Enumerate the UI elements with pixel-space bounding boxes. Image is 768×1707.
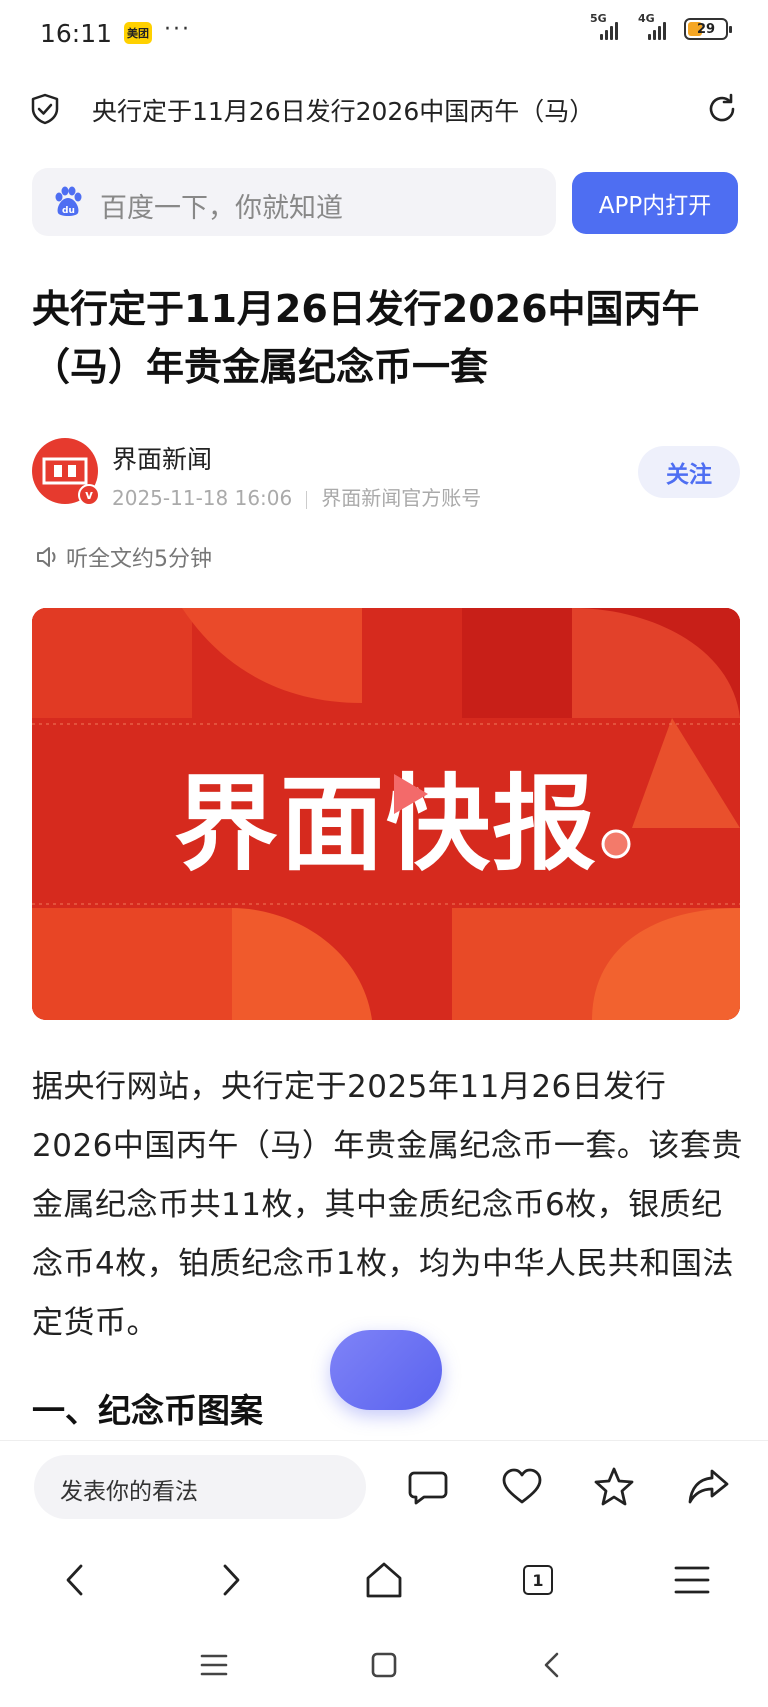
author-meta: 2025-11-18 16:06 界面新闻官方账号 bbox=[112, 482, 481, 511]
share-icon[interactable] bbox=[686, 1465, 730, 1509]
status-indicators: 5G 4G 29 bbox=[590, 12, 732, 40]
status-bar: 16:11 美团 ··· 5G 4G 29 bbox=[0, 0, 768, 66]
favorite-star-icon[interactable] bbox=[592, 1465, 636, 1509]
back-icon[interactable] bbox=[54, 1558, 98, 1602]
listen-label: 听全文约5分钟 bbox=[66, 547, 212, 572]
url-bar: 央行定于11月26日发行2026中国丙午（马） bbox=[0, 78, 768, 140]
page-url-title[interactable]: 央行定于11月26日发行2026中国丙午（马） bbox=[92, 92, 682, 128]
system-home-icon[interactable] bbox=[366, 1647, 402, 1683]
avatar[interactable]: v bbox=[32, 438, 100, 506]
recent-apps-icon[interactable] bbox=[196, 1647, 232, 1683]
article-title: 央行定于11月26日发行2026中国丙午（马）年贵金属纪念币一套 bbox=[32, 287, 700, 389]
tabs-icon[interactable]: 1 bbox=[516, 1558, 560, 1602]
jiemian-logo-icon bbox=[42, 457, 88, 485]
browser-nav-bar: 1 bbox=[0, 1540, 768, 1620]
forward-icon[interactable] bbox=[208, 1558, 252, 1602]
verified-badge-icon: v bbox=[78, 484, 100, 506]
account-type: 界面新闻官方账号 bbox=[321, 486, 482, 510]
comment-input[interactable]: 发表你的看法 bbox=[34, 1455, 366, 1519]
publish-date: 2025-11-18 16:06 bbox=[112, 486, 293, 510]
more-notifications-icon: ··· bbox=[164, 16, 192, 42]
comment-icon[interactable] bbox=[406, 1465, 450, 1509]
refresh-icon[interactable] bbox=[704, 91, 740, 127]
banner-play-overlay bbox=[394, 774, 631, 859]
divider bbox=[306, 490, 308, 509]
baidu-paw-icon: du bbox=[55, 186, 82, 216]
open-in-app-button[interactable]: APP内打开 bbox=[572, 172, 738, 234]
signal-5g-icon: 5G bbox=[590, 12, 622, 40]
search-input[interactable]: du 百度一下，你就知道 bbox=[32, 168, 556, 236]
shield-check-icon[interactable] bbox=[28, 92, 62, 126]
meituan-app-icon: 美团 bbox=[124, 22, 153, 44]
author-name[interactable]: 界面新闻 bbox=[112, 440, 212, 476]
article-body-paragraph: 据央行网站，央行定于2025年11月26日发行2026中国丙午（马）年贵金属纪念… bbox=[32, 1069, 743, 1341]
comment-bar: 发表你的看法 bbox=[0, 1440, 768, 1540]
author-row: v 界面新闻 2025-11-18 16:06 界面新闻官方账号 关注 bbox=[32, 438, 740, 511]
speaker-icon bbox=[37, 547, 56, 567]
system-back-icon[interactable] bbox=[534, 1647, 570, 1683]
like-heart-icon[interactable] bbox=[500, 1465, 544, 1509]
menu-icon[interactable] bbox=[670, 1558, 714, 1602]
battery-icon: 29 bbox=[684, 18, 732, 40]
section-heading: 一、纪念币图案 bbox=[32, 1391, 263, 1430]
signal-4g-icon: 4G bbox=[638, 12, 670, 40]
battery-level: 29 bbox=[696, 21, 716, 37]
system-nav-bar bbox=[0, 1625, 768, 1707]
svg-text:du: du bbox=[62, 206, 75, 216]
floating-action-button[interactable] bbox=[330, 1330, 442, 1410]
listen-full-article-button[interactable]: 听全文约5分钟 bbox=[34, 540, 212, 574]
tab-count: 1 bbox=[523, 1565, 553, 1595]
status-time: 16:11 bbox=[40, 18, 113, 48]
comment-placeholder: 发表你的看法 bbox=[60, 1479, 198, 1505]
search-placeholder: 百度一下，你就知道 bbox=[100, 193, 343, 224]
follow-button[interactable]: 关注 bbox=[638, 446, 740, 498]
article-banner-image: 界面快报 bbox=[32, 608, 740, 1020]
home-icon[interactable] bbox=[362, 1558, 406, 1602]
